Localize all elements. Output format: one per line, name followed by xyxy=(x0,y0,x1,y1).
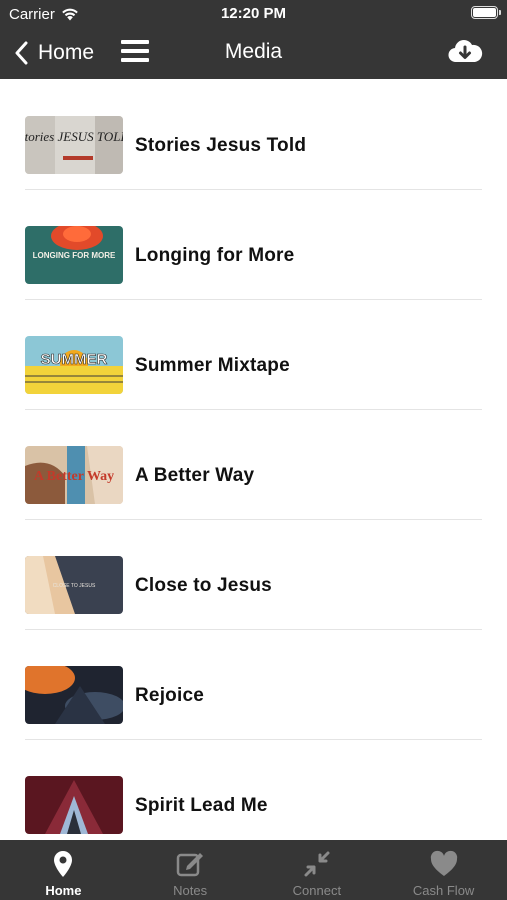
tab-cash-flow[interactable]: Cash Flow xyxy=(380,840,507,900)
media-item[interactable]: LONGING FOR MORE Longing for More xyxy=(0,189,507,300)
tab-label: Home xyxy=(45,883,82,898)
heart-icon xyxy=(430,850,457,876)
thumb-text: SUMMER xyxy=(41,351,108,368)
top-bar: Carrier 12:20 PM Home Media xyxy=(0,0,507,79)
media-item[interactable]: Rejoice xyxy=(0,629,507,740)
media-title: Summer Mixtape xyxy=(135,355,290,376)
thumb-text: CLOSE TO JESUS xyxy=(53,583,96,589)
media-thumbnail: SUMMER xyxy=(25,336,123,394)
media-item[interactable]: SUMMER Summer Mixtape xyxy=(0,299,507,410)
media-thumbnail xyxy=(25,776,123,834)
media-item[interactable]: Spirit Lead Me xyxy=(0,739,507,840)
status-time: 12:20 PM xyxy=(220,5,287,22)
download-button[interactable] xyxy=(447,36,483,68)
back-button[interactable]: Home xyxy=(14,38,94,68)
edit-icon xyxy=(176,853,204,877)
media-title: Close to Jesus xyxy=(135,575,272,596)
media-title: Rejoice xyxy=(135,685,204,706)
media-thumbnail: Stories JESUS TOLD xyxy=(25,116,123,174)
tab-bar: Home Notes Connect Cash Flow xyxy=(0,840,507,900)
media-title: Stories Jesus Told xyxy=(135,135,307,156)
tab-label: Cash Flow xyxy=(412,883,475,898)
thumb-text: A Better Way xyxy=(34,469,114,484)
media-thumbnail xyxy=(25,666,123,724)
thumb-text: LONGING FOR MORE xyxy=(33,251,116,260)
collapse-arrows-icon xyxy=(304,851,330,877)
back-label: Home xyxy=(38,41,95,64)
media-item[interactable]: A Better Way A Better Way xyxy=(0,409,507,520)
cloud-download-icon xyxy=(448,40,483,63)
hamburger-icon xyxy=(121,40,149,44)
tab-home[interactable]: Home xyxy=(0,840,127,900)
media-thumbnail: CLOSE TO JESUS xyxy=(25,556,123,614)
nav-bar: Home Media xyxy=(0,28,507,79)
media-title: Longing for More xyxy=(135,245,295,266)
media-title: A Better Way xyxy=(135,465,255,486)
battery-icon xyxy=(471,6,501,19)
media-list: Stories JESUS TOLD Stories Jesus Told LO… xyxy=(0,79,507,840)
media-title: Spirit Lead Me xyxy=(135,795,268,816)
media-item[interactable]: CLOSE TO JESUS Close to Jesus xyxy=(0,519,507,630)
tab-connect[interactable]: Connect xyxy=(254,840,381,900)
menu-button[interactable] xyxy=(121,40,149,64)
tab-label: Notes xyxy=(173,883,208,898)
media-item[interactable]: Stories JESUS TOLD Stories Jesus Told xyxy=(0,79,507,190)
map-pin-icon xyxy=(54,851,73,877)
status-bar: Carrier 12:20 PM xyxy=(0,0,507,28)
thumb-text: Stories JESUS TOLD xyxy=(25,129,123,144)
hamburger-line xyxy=(121,58,149,62)
media-thumbnail: A Better Way xyxy=(25,446,123,504)
tab-notes[interactable]: Notes xyxy=(127,840,254,900)
chevron-left-icon xyxy=(15,41,28,65)
media-thumbnail: LONGING FOR MORE xyxy=(25,226,123,284)
tab-label: Connect xyxy=(292,883,342,898)
hamburger-line xyxy=(121,49,149,53)
